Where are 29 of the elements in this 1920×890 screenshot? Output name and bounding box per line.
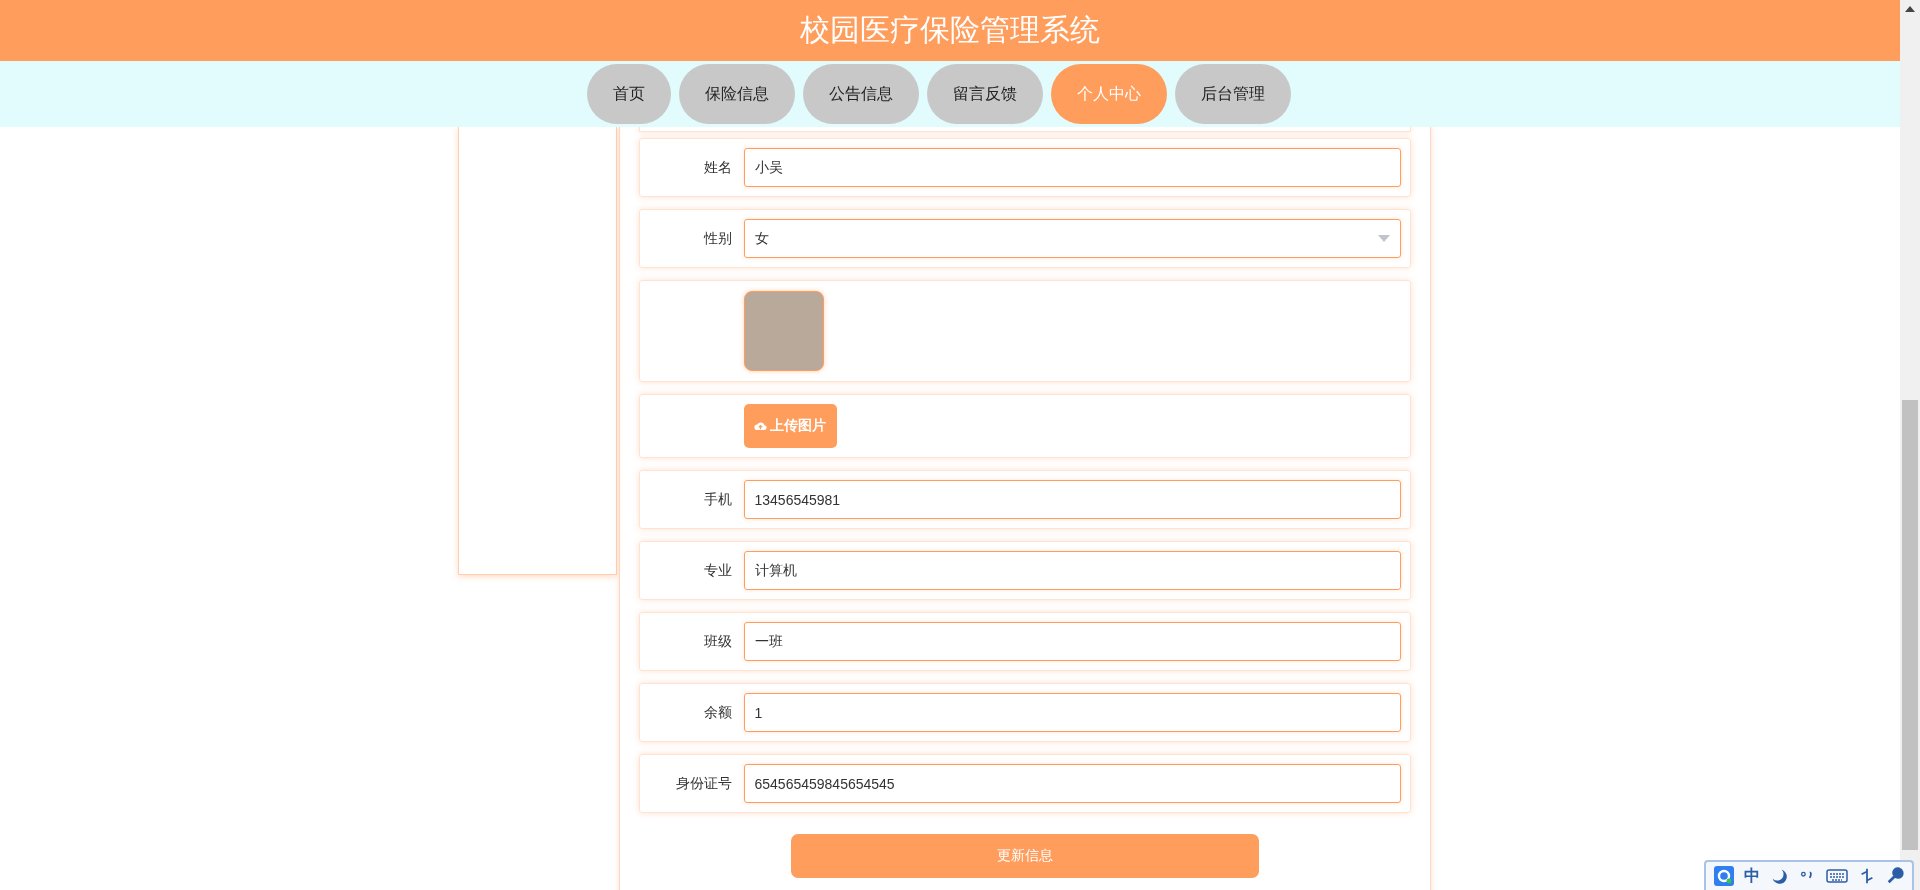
upload-cloud-icon	[754, 421, 767, 431]
nav-tab[interactable]: 保险信息	[679, 64, 795, 124]
site-title: 校园医疗保险管理系统	[800, 12, 1100, 48]
input-field[interactable]: 一班	[743, 622, 1401, 661]
input-field[interactable]: 654565459845654545	[743, 764, 1401, 803]
scroll-up-icon[interactable]	[1905, 6, 1915, 12]
nav-tab[interactable]: 留言反馈	[927, 64, 1043, 124]
nav-tab[interactable]: 首页	[587, 64, 671, 124]
input-field[interactable]: 小吴	[743, 148, 1401, 187]
caret-icon	[1377, 235, 1390, 242]
field-label: 专业	[703, 561, 732, 580]
input-field[interactable]: 13456545981	[743, 480, 1401, 519]
field-label: 姓名	[703, 158, 732, 177]
field-label: 余额	[703, 703, 732, 722]
select-field[interactable]: 女	[743, 219, 1401, 258]
search-logo-icon[interactable]	[1714, 866, 1734, 886]
field-label: 班级	[703, 632, 732, 651]
input-field[interactable]: 计算机	[743, 551, 1401, 590]
scrollbar[interactable]	[1900, 0, 1920, 890]
scrollbar-thumb[interactable]	[1902, 400, 1918, 850]
field-label: 手机	[703, 490, 732, 509]
field-label: 身份证号	[675, 774, 732, 793]
field-label: 性别	[703, 229, 732, 248]
keyboard-icon[interactable]	[1826, 868, 1848, 884]
nav-tab[interactable]: 后台管理	[1175, 64, 1291, 124]
input-field[interactable]: 1	[743, 693, 1401, 732]
nav-tab[interactable]: 公告信息	[803, 64, 919, 124]
ime-mode-toggle[interactable]: 中	[1744, 865, 1760, 887]
moon-icon[interactable]	[1770, 867, 1788, 885]
